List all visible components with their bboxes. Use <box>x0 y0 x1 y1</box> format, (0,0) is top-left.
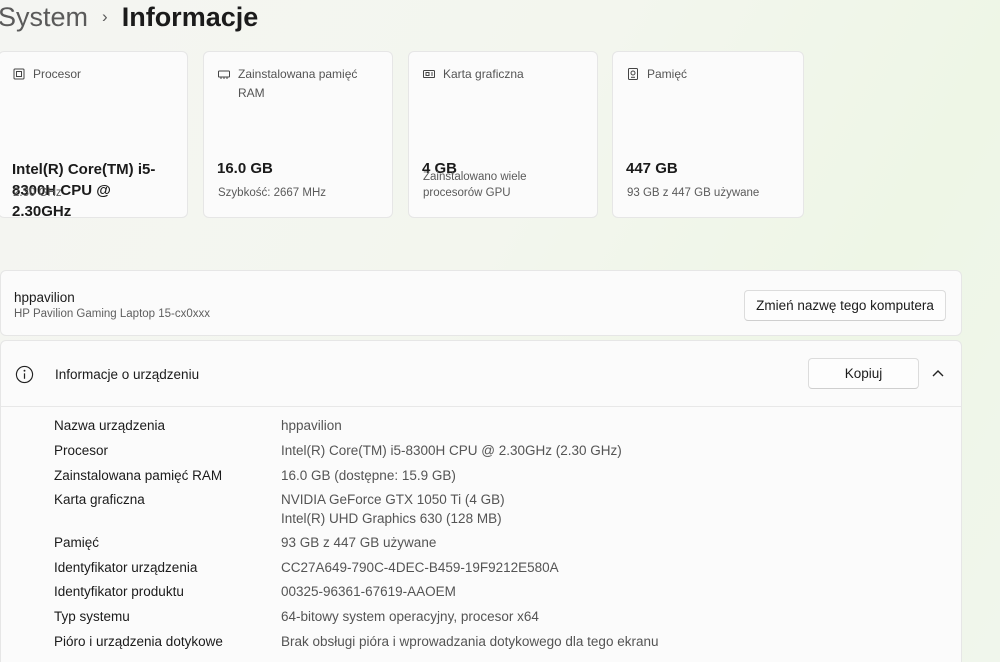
spec-key: Karta graficzna <box>54 492 145 507</box>
storage-card-value: 447 GB <box>626 160 678 177</box>
breadcrumb-system-link[interactable]: System <box>0 0 88 34</box>
storage-icon <box>628 68 638 80</box>
ram-card-sub: Szybkość: 2667 MHz <box>218 187 327 199</box>
spec-key: Typ systemu <box>54 609 130 624</box>
spec-value: hppavilion <box>281 418 342 433</box>
spec-value: 93 GB z 447 GB używane <box>281 535 437 550</box>
ram-card: Zainstalowana pamięć RAM 16.0 GB Szybkoś… <box>203 51 393 218</box>
spec-key: Procesor <box>54 443 109 458</box>
graphics-card-sub: Zainstalowano wiele procesorów GPU <box>423 171 527 199</box>
graphics-card-label: Karta graficzna <box>443 67 524 81</box>
copy-button[interactable]: Kopiuj <box>808 358 919 389</box>
ram-icon <box>218 70 230 79</box>
page-title: Informacje <box>121 2 259 32</box>
spec-value: CC27A649-790C-4DEC-B459-19F9212E580A <box>281 560 559 575</box>
processor-card-label: Procesor <box>33 67 82 81</box>
storage-card: Pamięć 447 GB 93 GB z 447 GB używane <box>612 51 804 218</box>
spec-value: NVIDIA GeForce GTX 1050 Ti (4 GB) <box>281 492 505 507</box>
spec-key: Identyfikator urządzenia <box>54 560 198 575</box>
graphics-card-icon <box>423 70 435 78</box>
spec-value: Intel(R) UHD Graphics 630 (128 MB) <box>281 511 502 526</box>
device-info-title: Informacje o urządzeniu <box>55 367 200 382</box>
spec-value: 00325-96361-67619-AAOEM <box>281 584 456 599</box>
graphics-card: Karta graficzna 4 GB Zainstalowano wiele… <box>408 51 598 218</box>
processor-card-sub: 2.30 GHz <box>13 187 62 199</box>
chevron-up-icon[interactable] <box>929 366 947 380</box>
info-icon <box>15 365 34 384</box>
storage-card-label: Pamięć <box>647 67 688 81</box>
processor-card: Procesor Intel(R) Core(TM) i5-8300H CPU … <box>0 51 188 220</box>
spec-value: 16.0 GB (dostępne: 15.9 GB) <box>281 468 456 483</box>
spec-key: Nazwa urządzenia <box>54 418 166 433</box>
rename-computer-button[interactable]: Zmień nazwę tego komputera <box>744 290 946 321</box>
spec-value: 64-bitowy system operacyjny, procesor x6… <box>281 609 539 624</box>
ram-card-value: 16.0 GB <box>217 160 273 177</box>
spec-key: Zainstalowana pamięć RAM <box>54 468 223 483</box>
ram-card-label: Zainstalowana pamięć RAM <box>238 67 358 100</box>
processor-icon <box>13 68 25 80</box>
spec-key: Pamięć <box>54 535 100 550</box>
breadcrumb-separator: › <box>102 7 108 26</box>
computer-model: HP Pavilion Gaming Laptop 15-cx0xxx <box>14 308 211 320</box>
spec-key: Pióro i urządzenia dotykowe <box>54 634 223 649</box>
breadcrumb: System › Informacje <box>0 0 258 34</box>
computer-name: hppavilion <box>14 290 75 305</box>
spec-value: Brak obsługi pióra i wprowadzania dotyko… <box>281 634 659 649</box>
spec-key: Identyfikator produktu <box>54 584 184 599</box>
storage-card-sub: 93 GB z 447 GB używane <box>627 187 760 199</box>
spec-value: Intel(R) Core(TM) i5-8300H CPU @ 2.30GHz… <box>281 443 622 458</box>
